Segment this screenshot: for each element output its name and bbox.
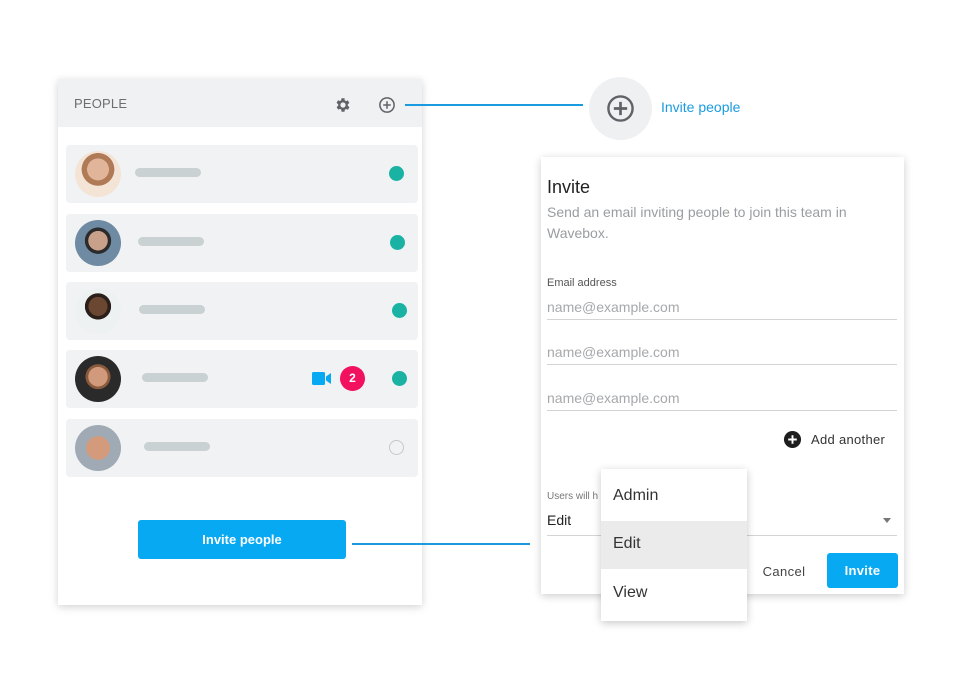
panel-header: PEOPLE — [58, 79, 422, 127]
email-input-3[interactable] — [547, 386, 897, 411]
unread-badge: 2 — [340, 366, 365, 391]
callout-label: Invite people — [661, 99, 741, 115]
panel-title: PEOPLE — [74, 96, 128, 111]
video-camera-icon[interactable] — [312, 372, 331, 385]
email-input-1[interactable] — [547, 295, 897, 320]
menu-item-label: Edit — [613, 535, 641, 552]
callout-add-circle — [589, 77, 652, 140]
status-online-indicator — [389, 166, 404, 181]
avatar — [75, 220, 121, 266]
menu-item-label: View — [613, 584, 648, 601]
status-online-indicator — [392, 303, 407, 318]
gear-icon[interactable] — [334, 96, 352, 114]
member-row[interactable] — [66, 145, 418, 203]
role-menu: Admin Edit View — [601, 469, 747, 621]
dialog-subtitle: Send an email inviting people to join th… — [547, 204, 847, 241]
cancel-button[interactable]: Cancel — [751, 554, 817, 588]
avatar — [75, 425, 121, 471]
role-value: Edit — [547, 512, 572, 528]
name-placeholder — [138, 237, 204, 246]
member-row[interactable]: 2 — [66, 350, 418, 408]
invite-people-button[interactable]: Invite people — [138, 520, 346, 559]
menu-item-label: Admin — [613, 487, 659, 504]
add-circle-icon[interactable] — [378, 96, 396, 114]
member-row[interactable] — [66, 214, 418, 272]
people-panel: PEOPLE 2 Invite people — [58, 79, 422, 605]
email-input-2[interactable] — [547, 340, 897, 365]
status-online-indicator — [390, 235, 405, 250]
status-online-indicator — [392, 371, 407, 386]
caret-down-icon — [883, 518, 891, 523]
connector-line — [405, 104, 583, 106]
name-placeholder — [135, 168, 201, 177]
member-row[interactable] — [66, 419, 418, 477]
add-another-button[interactable]: Add another — [783, 430, 885, 449]
status-offline-indicator — [389, 440, 404, 455]
name-placeholder — [139, 305, 205, 314]
name-placeholder — [142, 373, 208, 382]
menu-item-admin[interactable]: Admin — [601, 473, 747, 521]
role-label: Users will h — [547, 491, 599, 502]
avatar — [75, 356, 121, 402]
email-label: Email address — [547, 277, 617, 289]
avatar — [75, 288, 121, 334]
connector-line — [352, 543, 530, 545]
add-another-label: Add another — [811, 432, 886, 447]
invite-button[interactable]: Invite — [827, 553, 898, 588]
member-row[interactable] — [66, 282, 418, 340]
menu-item-view[interactable]: View — [601, 570, 747, 618]
avatar — [75, 151, 121, 197]
name-placeholder — [144, 442, 210, 451]
menu-item-edit[interactable]: Edit — [601, 521, 747, 569]
add-filled-icon — [783, 430, 802, 449]
add-circle-icon — [607, 95, 634, 122]
dialog-title: Invite — [547, 177, 591, 197]
